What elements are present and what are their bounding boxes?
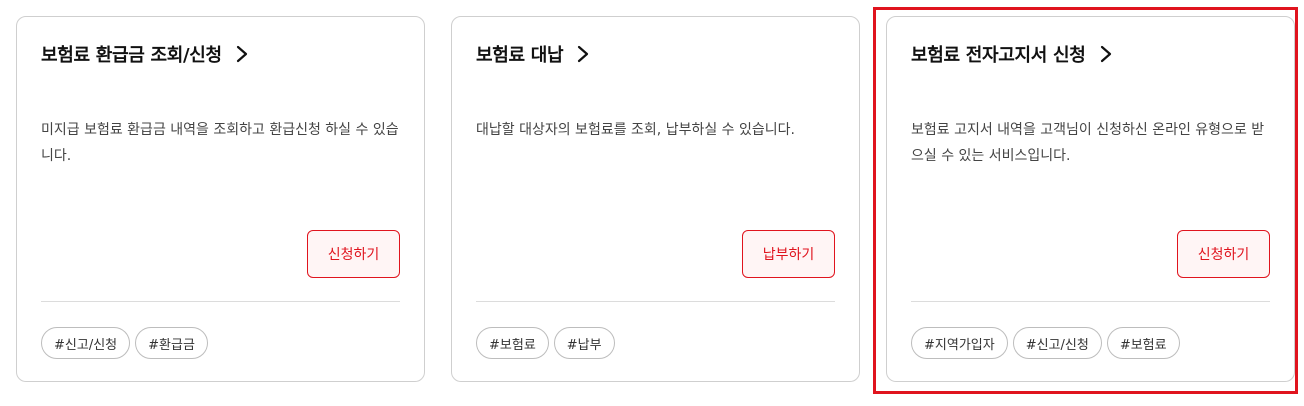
tag-list: #신고/신청 #환급금 <box>41 327 208 359</box>
chevron-right-icon <box>236 45 247 63</box>
divider <box>41 301 400 302</box>
card-title-link[interactable]: 보험료 환급금 조회/신청 <box>41 41 250 67</box>
card-description: 보험료 고지서 내역을 고객님이 신청하신 온라인 유형으로 받으실 수 있는 … <box>911 122 1265 164</box>
tag-chip[interactable]: #보험료 <box>1106 327 1180 359</box>
divider <box>911 301 1270 302</box>
tag-chip[interactable]: #신고/신청 <box>41 327 131 359</box>
tag-list: #보험료 #납부 <box>476 327 615 359</box>
card-title: 보험료 전자고지서 신청 <box>911 45 1086 66</box>
card-description: 미지급 보험료 환급금 내역을 조회하고 환급신청 하실 수 있습니다. <box>41 122 399 164</box>
card-title: 보험료 대납 <box>476 45 564 66</box>
chevron-right-icon <box>578 45 589 63</box>
tag-chip[interactable]: #신고/신청 <box>1012 327 1102 359</box>
tag-chip[interactable]: #보험료 <box>476 327 549 359</box>
service-card-refund: 보험료 환급금 조회/신청 미지급 보험료 환급금 내역을 조회하고 환급신청 … <box>16 16 425 382</box>
tag-chip[interactable]: #환급금 <box>135 327 208 359</box>
apply-button[interactable]: 신청하기 <box>307 230 400 278</box>
card-title-link[interactable]: 보험료 대납 <box>476 41 591 67</box>
card-title: 보험료 환급금 조회/신청 <box>41 45 222 66</box>
card-title-link[interactable]: 보험료 전자고지서 신청 <box>911 41 1114 67</box>
chevron-right-icon <box>1100 45 1111 63</box>
tag-chip[interactable]: #납부 <box>553 327 615 359</box>
apply-button[interactable]: 신청하기 <box>1177 230 1270 278</box>
service-card-e-notice: 보험료 전자고지서 신청 보험료 고지서 내역을 고객님이 신청하신 온라인 유… <box>886 16 1295 382</box>
pay-button[interactable]: 납부하기 <box>742 230 835 278</box>
card-description: 대납할 대상자의 보험료를 조회, 납부하실 수 있습니다. <box>476 122 795 138</box>
tag-chip[interactable]: #지역가입자 <box>911 327 1008 359</box>
service-card-proxy-payment: 보험료 대납 대납할 대상자의 보험료를 조회, 납부하실 수 있습니다. 납부… <box>451 16 860 382</box>
divider <box>476 301 835 302</box>
tag-list: #지역가입자 #신고/신청 #보험료 <box>911 327 1180 359</box>
